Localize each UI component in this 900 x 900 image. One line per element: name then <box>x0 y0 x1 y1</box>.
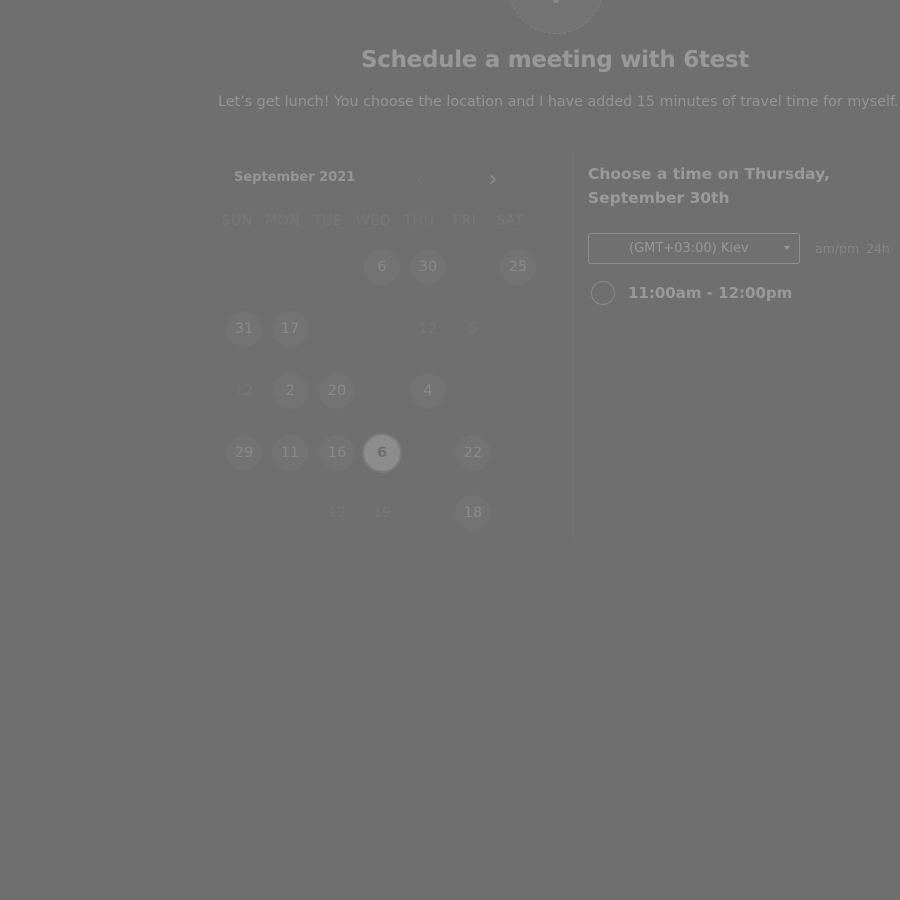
chevron-left-icon[interactable]: ‹ <box>408 168 432 192</box>
calendar-day[interactable]: 25 <box>500 249 536 285</box>
calendar-day <box>364 373 400 409</box>
event-description: Let’s get lunch! You choose the location… <box>218 94 899 110</box>
calendar-day <box>500 373 536 409</box>
time-slot-label: 11:00am - 12:00pm <box>628 284 793 302</box>
radio-icon[interactable] <box>591 281 615 305</box>
format-ampm-toggle[interactable]: am/pm <box>815 241 859 256</box>
weekday-tue: TUE <box>313 213 343 229</box>
timezone-value: (GMT+03:00) Kiev <box>629 241 749 256</box>
calendar-day <box>319 311 355 347</box>
weekday-fri: FRI <box>452 213 477 229</box>
calendar-day[interactable]: 11 <box>272 435 308 471</box>
calendar-day: 12 <box>234 383 254 399</box>
time-heading: Choose a time on Thursday, September 30t… <box>588 165 830 207</box>
format-24h-toggle[interactable]: 24h <box>866 241 890 256</box>
calendar-day <box>272 495 308 531</box>
avatar-dot <box>553 0 559 3</box>
weekday-wed: WED <box>356 213 391 229</box>
calendar-day[interactable]: 2 <box>272 373 308 409</box>
calendar-day <box>272 249 308 285</box>
calendar-day: 5 <box>468 321 478 337</box>
selected-day[interactable]: 6 <box>364 435 400 471</box>
calendar-day <box>226 495 262 531</box>
calendar-day[interactable]: 22 <box>455 435 491 471</box>
calendar-day <box>319 249 355 285</box>
calendar-day <box>364 311 400 347</box>
calendar-day <box>500 435 536 471</box>
calendar-day[interactable]: 4 <box>410 373 446 409</box>
time-slot[interactable]: 11:00am - 12:00pm <box>590 281 870 305</box>
chevron-down-icon <box>784 246 790 250</box>
calendar-day[interactable]: 30 <box>410 249 446 285</box>
calendar-day: 12 <box>418 321 438 337</box>
month-label: September 2021 <box>234 170 356 185</box>
calendar-day <box>500 495 536 531</box>
calendar-day <box>455 249 491 285</box>
weekday-mon: MON <box>264 213 301 229</box>
calendar-day[interactable]: 18 <box>455 495 491 531</box>
weekday-sun: SUN <box>221 213 253 229</box>
calendar-day: 12 <box>327 505 347 521</box>
calendar-day <box>226 249 262 285</box>
calendar-day <box>410 435 446 471</box>
calendar-day[interactable]: 29 <box>226 435 262 471</box>
page-title: Schedule a meeting with 6test <box>360 47 749 73</box>
calendar-day <box>455 373 491 409</box>
calendar-day[interactable]: 17 <box>272 311 308 347</box>
calendar-day <box>410 495 446 531</box>
timezone-select[interactable]: (GMT+03:00) Kiev <box>588 233 800 264</box>
panel-divider <box>573 152 574 542</box>
weekday-thu: THU <box>403 213 435 229</box>
calendar-day[interactable]: 31 <box>226 311 262 347</box>
calendar-day[interactable]: 16 <box>319 435 355 471</box>
chevron-right-icon[interactable]: › <box>481 168 505 192</box>
calendar-day[interactable]: 20 <box>319 373 355 409</box>
weekday-sat: SAT <box>496 213 524 229</box>
calendar-day[interactable]: 6 <box>364 249 400 285</box>
host-avatar <box>508 0 604 34</box>
calendar-day: 19 <box>372 505 392 521</box>
calendar-day <box>500 311 536 347</box>
